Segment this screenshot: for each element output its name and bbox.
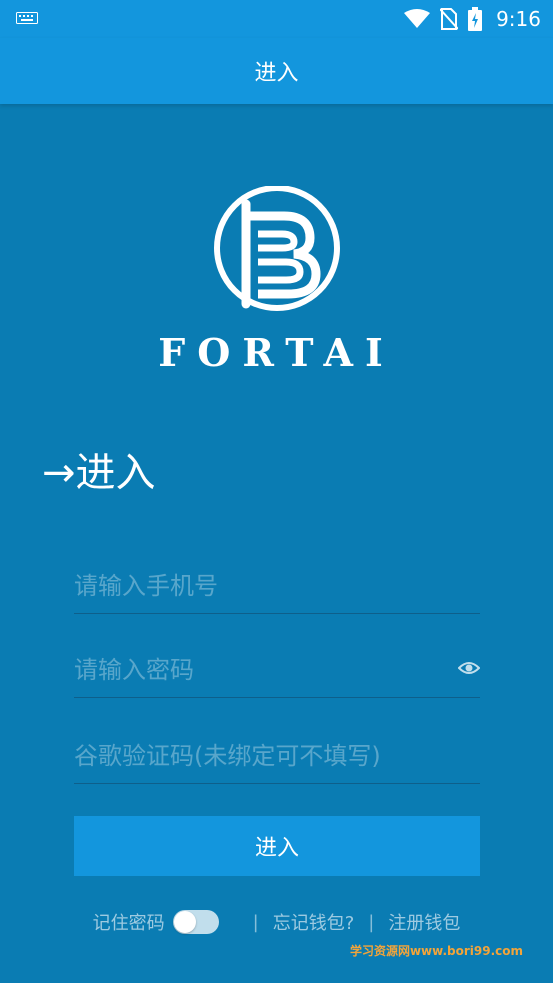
- brand-name: FORTAI: [158, 330, 395, 375]
- eye-icon[interactable]: [458, 660, 480, 676]
- status-time: 9:16: [496, 7, 541, 31]
- submit-button[interactable]: 进入: [74, 816, 480, 876]
- captcha-field: [74, 728, 480, 784]
- no-sim-icon: [440, 8, 459, 30]
- captcha-input[interactable]: [74, 728, 480, 783]
- fortai-logo-icon: [214, 186, 340, 311]
- password-field: [74, 642, 480, 698]
- page-title: 进入: [254, 61, 299, 86]
- battery-icon: [468, 7, 483, 31]
- phone-field: [74, 558, 480, 614]
- app-bar: 进入: [0, 38, 553, 104]
- logo: FORTAI: [0, 180, 553, 380]
- keyboard-icon: [16, 12, 38, 24]
- separator: |: [252, 911, 259, 933]
- remember-password-toggle[interactable]: [172, 910, 219, 934]
- status-bar: 9:16: [0, 0, 553, 38]
- wifi-icon: [404, 9, 431, 28]
- remember-password-label: 记住密码: [92, 913, 165, 934]
- register-wallet-link[interactable]: 注册钱包: [388, 909, 460, 935]
- separator: |: [368, 911, 375, 933]
- password-input[interactable]: [74, 642, 480, 697]
- footer-links: 记住密码 | 忘记钱包? | 注册钱包: [0, 906, 553, 938]
- phone-input[interactable]: [74, 558, 480, 613]
- forgot-wallet-link[interactable]: 忘记钱包?: [273, 909, 355, 935]
- watermark: 学习资源网www.bori99.com: [349, 944, 523, 958]
- toggle-knob: [173, 911, 196, 933]
- login-heading: →进入: [42, 450, 156, 496]
